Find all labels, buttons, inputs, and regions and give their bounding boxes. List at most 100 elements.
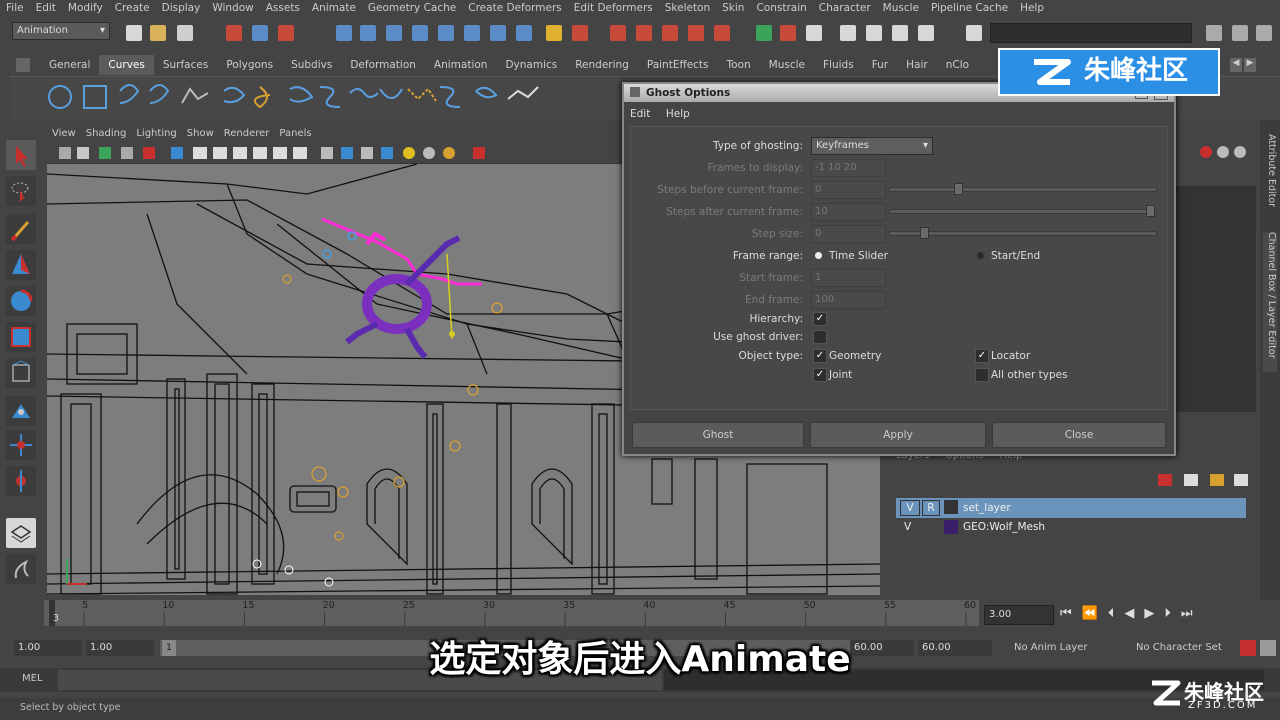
pick-walk-icon[interactable]	[1200, 146, 1212, 158]
shelf-tab-general[interactable]: General	[40, 55, 99, 75]
shelf-scroll-right-icon[interactable]: ▶	[1244, 58, 1256, 72]
type-of-ghosting-dropdown[interactable]: Keyframes ▾	[811, 137, 933, 155]
input-field-icon[interactable]	[756, 25, 772, 41]
render-settings-icon[interactable]	[662, 25, 678, 41]
shelf-tab-polygons[interactable]: Polygons	[217, 55, 282, 75]
shelf-tab-fluids[interactable]: Fluids	[814, 55, 863, 75]
layer-row-wolf-mesh[interactable]: V GEO:Wolf_Mesh	[896, 517, 1246, 537]
layer-reference-toggle[interactable]: R	[922, 500, 940, 516]
save-scene-icon[interactable]	[177, 25, 193, 41]
dialog-menu-edit[interactable]: Edit	[624, 104, 656, 124]
layer-color-swatch[interactable]	[944, 500, 958, 514]
layer-name[interactable]: GEO:Wolf_Mesh	[963, 517, 1045, 537]
viewport-menu-lighting[interactable]: Lighting	[131, 125, 181, 143]
attribute-editor-tab[interactable]: Attribute Editor	[1263, 134, 1277, 234]
menu-edit[interactable]: Edit	[30, 0, 62, 17]
lock-icon[interactable]	[546, 25, 562, 41]
steps-after-slider[interactable]	[889, 205, 1157, 217]
rotate-tool-icon[interactable]	[6, 286, 36, 316]
dialog-menu-help[interactable]: Help	[660, 104, 696, 124]
hierarchy-checkbox[interactable]: ✓	[813, 312, 827, 326]
menu-pipeline-cache[interactable]: Pipeline Cache	[925, 0, 1014, 17]
layer-visibility-toggle[interactable]: V	[900, 500, 920, 516]
go-to-start-icon[interactable]: ⏮	[1060, 606, 1082, 621]
shelf-tab-animation[interactable]: Animation	[425, 55, 497, 75]
slider-handle[interactable]	[954, 183, 963, 195]
geometry-checkbox[interactable]: ✓	[813, 349, 827, 363]
shelf-tab-nclo[interactable]: nClo	[937, 55, 978, 75]
render-frame-icon[interactable]	[610, 25, 626, 41]
snap-curve-icon[interactable]	[360, 25, 376, 41]
new-layer-icon[interactable]	[1158, 474, 1172, 486]
rename-icon[interactable]	[780, 25, 796, 41]
channel-box-tab[interactable]: Channel Box / Layer Editor	[1263, 232, 1277, 372]
show-channel-box-icon[interactable]	[806, 25, 822, 41]
shelf-tab-muscle[interactable]: Muscle	[760, 55, 814, 75]
move-tool-icon[interactable]	[6, 250, 36, 280]
steps-after-field[interactable]: 10	[811, 203, 886, 221]
graph-editor-icon[interactable]	[918, 25, 934, 41]
slider-handle[interactable]	[920, 227, 929, 239]
step-back-frame-icon[interactable]: ⏪	[1082, 606, 1108, 621]
menu-modify[interactable]: Modify	[62, 0, 109, 17]
close-button[interactable]: Close	[992, 422, 1166, 448]
select-object-icon[interactable]	[252, 25, 268, 41]
new-layer-selected-icon[interactable]	[1184, 474, 1198, 486]
radio-start-end-label[interactable]: Start/End	[991, 249, 1040, 263]
menu-muscle[interactable]: Muscle	[877, 0, 925, 17]
radio-start-end[interactable]	[977, 252, 984, 259]
menu-skin[interactable]: Skin	[716, 0, 750, 17]
select-tool-icon[interactable]	[6, 140, 36, 170]
shelf-menu-icon[interactable]	[16, 58, 30, 72]
apply-button[interactable]: Apply	[810, 422, 986, 448]
shelf-tab-fur[interactable]: Fur	[863, 55, 897, 75]
ghost-button[interactable]: Ghost	[632, 422, 804, 448]
channel-list[interactable]	[1172, 186, 1256, 412]
construction-history-icon[interactable]	[572, 25, 588, 41]
last-tool-icon[interactable]	[6, 466, 36, 496]
universal-manip-icon[interactable]	[6, 358, 36, 388]
select-hierarchy-icon[interactable]	[226, 25, 242, 41]
play-forward-icon[interactable]: ▶	[1144, 606, 1164, 621]
use-ghost-driver-checkbox[interactable]	[813, 330, 827, 344]
snap-grid-icon[interactable]	[336, 25, 352, 41]
layer-name[interactable]: set_layer	[963, 498, 1011, 518]
scale-tool-icon[interactable]	[6, 322, 36, 352]
viewport-menu-view[interactable]: View	[47, 125, 81, 143]
tool-toggle-icon[interactable]	[1256, 25, 1272, 41]
menu-animate[interactable]: Animate	[306, 0, 362, 17]
lasso-tool-icon[interactable]	[6, 176, 36, 206]
menu-geometry-cache[interactable]: Geometry Cache	[362, 0, 462, 17]
move-up-layer-icon[interactable]	[1210, 474, 1224, 486]
locator-checkbox-label[interactable]: Locator	[991, 349, 1030, 363]
shelf-curve-tools[interactable]	[10, 77, 630, 119]
slider-handle[interactable]	[1146, 205, 1155, 217]
joint-checkbox[interactable]: ✓	[813, 368, 827, 382]
shelf-tab-dynamics[interactable]: Dynamics	[496, 55, 566, 75]
viewport-menu-renderer[interactable]: Renderer	[219, 125, 275, 143]
new-scene-icon[interactable]	[126, 25, 142, 41]
go-to-end-icon[interactable]: ⏭	[1181, 606, 1203, 621]
menu-assets[interactable]: Assets	[260, 0, 306, 17]
move-down-layer-icon[interactable]	[1234, 474, 1248, 486]
frames-to-display-field[interactable]: -1 10 20	[811, 159, 886, 177]
channel-control-icon[interactable]	[1217, 146, 1229, 158]
layer-visibility-toggle[interactable]: V	[904, 517, 911, 537]
shelf-tab-hair[interactable]: Hair	[897, 55, 937, 75]
snap-view-plane-icon[interactable]	[412, 25, 428, 41]
render-view-icon[interactable]	[714, 25, 730, 41]
time-slider[interactable]: 5 10 15 20 25 30 35 40 45 50 55 60 3	[44, 600, 979, 626]
menu-help[interactable]: Help	[1014, 0, 1050, 17]
start-frame-field[interactable]: 1	[811, 269, 886, 287]
shelf-tab-rendering[interactable]: Rendering	[566, 55, 638, 75]
snap-point-icon[interactable]	[386, 25, 402, 41]
soft-mod-icon[interactable]	[6, 396, 36, 426]
step-size-slider[interactable]	[889, 227, 1157, 239]
viewport-menu-shading[interactable]: Shading	[81, 125, 132, 143]
tool-settings-icon[interactable]	[866, 25, 882, 41]
viewport-toolbar-icons[interactable]	[47, 143, 507, 163]
menu-display[interactable]: Display	[156, 0, 207, 17]
layer-row-set-layer[interactable]: V R set_layer	[896, 498, 1246, 518]
shelf-tab-deformation[interactable]: Deformation	[341, 55, 425, 75]
shelf-tab-painteffects[interactable]: PaintEffects	[638, 55, 718, 75]
